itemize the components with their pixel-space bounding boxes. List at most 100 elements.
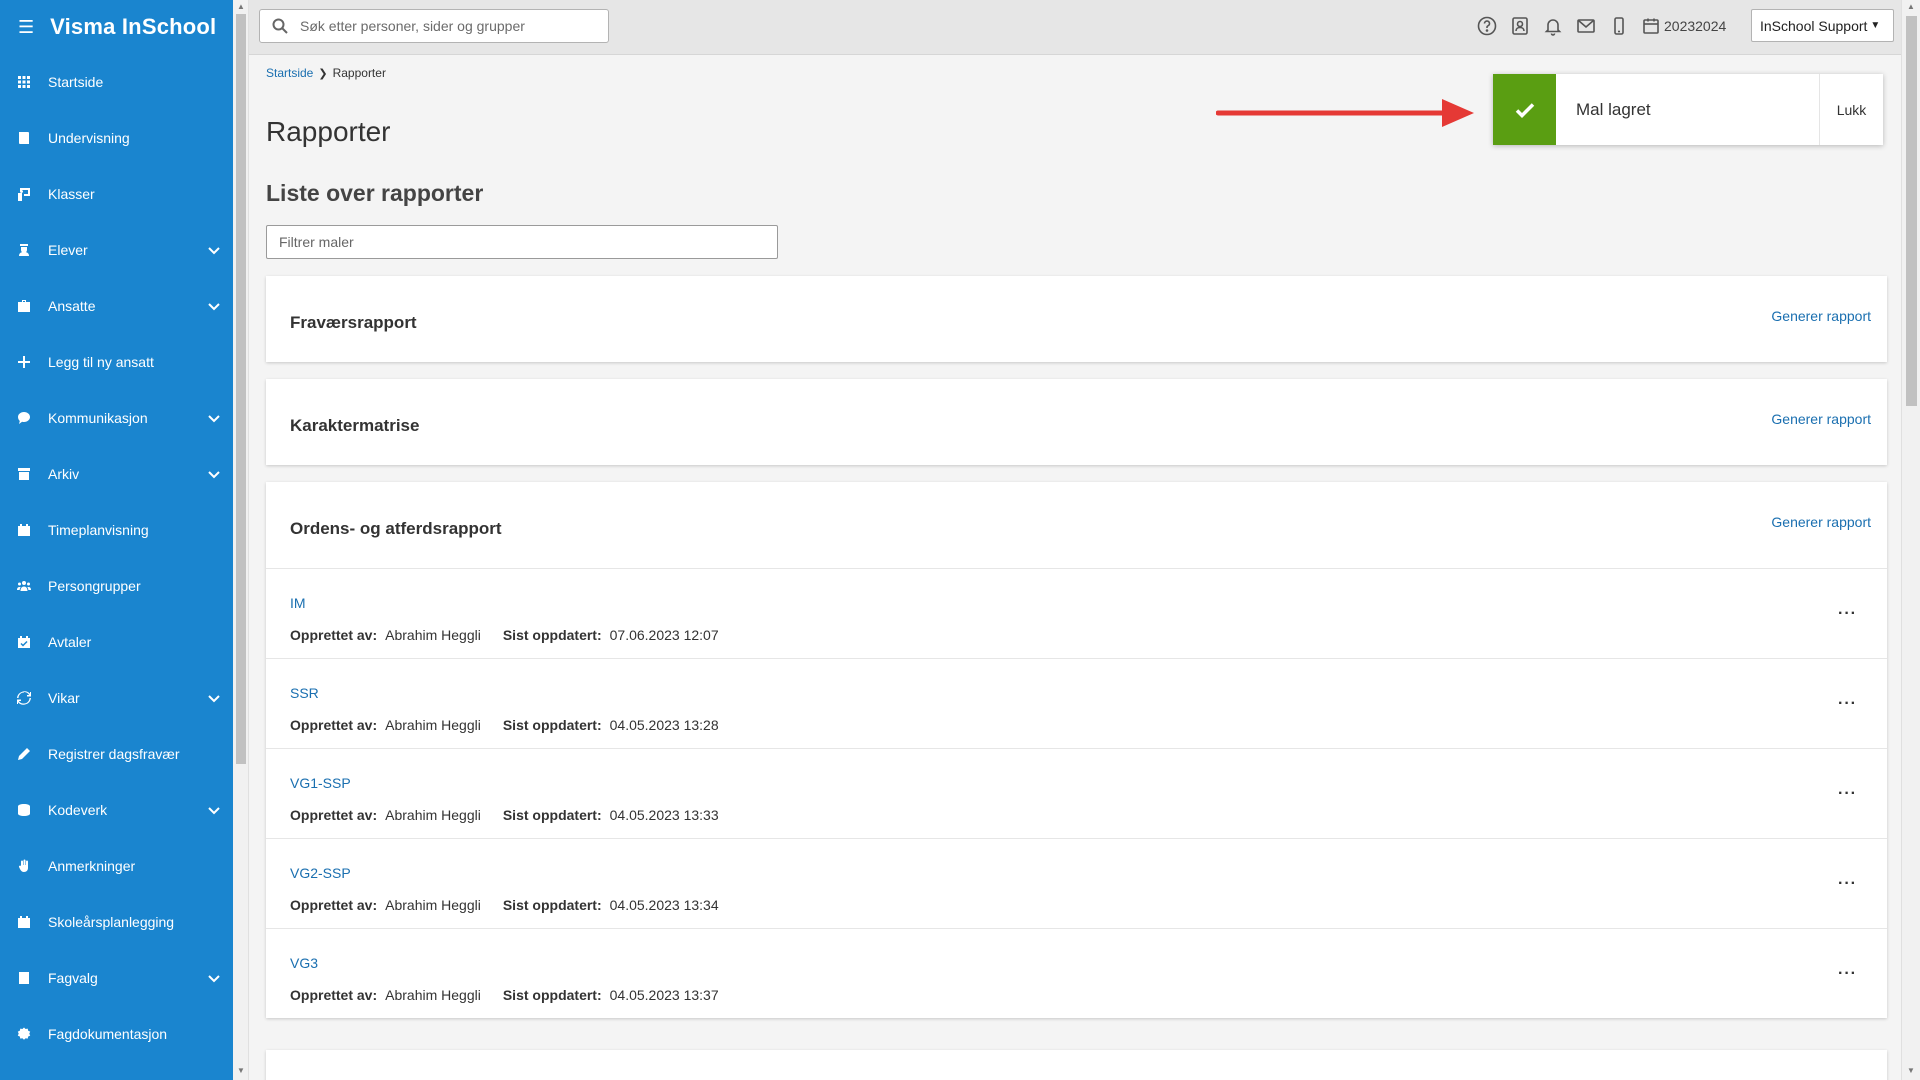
report-template-row: IM Opprettet av: Abrahim Heggli Sist oppdat…	[266, 568, 1887, 658]
chevron-down-icon[interactable]	[207, 971, 221, 985]
report-meta: Opprettet av: Abrahim Heggli Sist oppdater…	[290, 717, 741, 733]
chat-icon	[17, 411, 31, 425]
scroll-down-arrow-icon[interactable]: ▼	[237, 1066, 245, 1075]
report-card: Ordens- og atferdsrapport Generer rappor…	[266, 482, 1887, 1018]
report-template-row: VG2-SSP Opprettet av: Abrahim Heggli Sist o…	[266, 838, 1887, 928]
created-by-label: Opprettet av:	[290, 897, 378, 913]
contact-card-icon[interactable]	[1508, 14, 1532, 38]
main-scrollbar-thumb[interactable]	[1906, 16, 1917, 406]
top-bar: 20232024 InSchool Support ▼	[249, 0, 1901, 55]
chevron-right-icon: ❯	[318, 67, 328, 80]
report-meta: Opprettet av: Abrahim Heggli Sist oppdater…	[290, 987, 741, 1003]
top-icons: 20232024	[1475, 14, 1726, 38]
scroll-up-arrow-icon[interactable]: ▲	[1907, 2, 1915, 11]
sidebar-item-legg-til-ny-ansatt[interactable]: Legg til ny ansatt	[0, 334, 233, 390]
notification-bell-icon[interactable]	[1541, 14, 1565, 38]
breadcrumb: Startside ❯ Rapporter	[266, 66, 386, 80]
sidebar-scrollbar[interactable]: ▲ ▼	[233, 0, 249, 1080]
more-options-icon[interactable]: ···	[1838, 785, 1857, 803]
sidebar-item-klasser[interactable]: Klasser	[0, 166, 233, 222]
more-options-icon[interactable]: ···	[1838, 965, 1857, 983]
sidebar-item-anmerkninger[interactable]: Anmerkninger	[0, 838, 233, 894]
badge-icon	[17, 1027, 31, 1041]
sidebar-item-label: Persongrupper	[48, 578, 141, 594]
updated-value: 04.05.2023 13:28	[609, 717, 719, 733]
sidebar-item-arkiv[interactable]: Arkiv	[0, 446, 233, 502]
generate-report-link[interactable]: Generer rapport	[1771, 514, 1871, 530]
updated-value: 04.05.2023 13:33	[609, 807, 719, 823]
report-template-link[interactable]: VG2-SSP	[290, 865, 351, 881]
sync-icon	[17, 691, 31, 705]
sidebar-scrollbar-thumb[interactable]	[236, 14, 246, 764]
toast-close-button[interactable]: Lukk	[1820, 102, 1883, 118]
chevron-down-icon[interactable]	[207, 803, 221, 817]
card-header: Karaktermatrise Generer rapport	[266, 379, 1887, 465]
sidebar-item-persongrupper[interactable]: Persongrupper	[0, 558, 233, 614]
sidebar-item-label: Ansatte	[48, 298, 96, 314]
report-template-link[interactable]: VG3	[290, 955, 318, 971]
calendar-check-icon	[17, 635, 31, 649]
sidebar-item-fagvalg[interactable]: Fagvalg	[0, 950, 233, 1006]
card-title: Karaktermatrise	[290, 416, 420, 435]
sidebar-item-ansatte[interactable]: Ansatte	[0, 278, 233, 334]
sidebar-item-label: Fagdokumentasjon	[48, 1026, 168, 1042]
updated-label: Sist oppdatert:	[502, 987, 602, 1003]
card-title: Fraværsrapport	[290, 313, 417, 332]
scroll-down-arrow-icon[interactable]: ▼	[1907, 1066, 1915, 1075]
scroll-up-arrow-icon[interactable]: ▲	[237, 2, 245, 11]
user-menu-button[interactable]: InSchool Support ▼	[1751, 9, 1894, 42]
sidebar-item-kommunikasjon[interactable]: Kommunikasjon	[0, 390, 233, 446]
sidebar-item-timeplanvisning[interactable]: Timeplanvisning	[0, 502, 233, 558]
school-year-selector[interactable]: 20232024	[1642, 17, 1726, 35]
sidebar-item-elever[interactable]: Elever	[0, 222, 233, 278]
chevron-down-icon[interactable]	[207, 299, 221, 313]
classroom-icon	[17, 187, 31, 201]
sidebar-item-undervisning[interactable]: Undervisning	[0, 110, 233, 166]
report-meta: Opprettet av: Abrahim Heggli Sist oppdater…	[290, 807, 741, 823]
sidebar-item-label: Timeplanvisning	[48, 522, 149, 538]
search-input[interactable]	[300, 18, 590, 34]
sidebar-item-label: Legg til ny ansatt	[48, 354, 154, 370]
filter-templates-input[interactable]	[266, 225, 778, 259]
sidebar-item-label: Anmerkninger	[48, 858, 136, 874]
created-by-label: Opprettet av:	[290, 717, 378, 733]
main-scrollbar[interactable]: ▲ ▼	[1901, 0, 1920, 1080]
more-options-icon[interactable]: ···	[1838, 695, 1857, 713]
search-icon	[272, 18, 288, 34]
report-template-link[interactable]: SSR	[290, 685, 319, 701]
created-by-label: Opprettet av:	[290, 627, 378, 643]
section-title: Liste over rapporter	[266, 180, 484, 206]
chevron-down-icon[interactable]	[207, 691, 221, 705]
report-meta: Opprettet av: Abrahim Heggli Sist oppdater…	[290, 627, 741, 643]
created-by-label: Opprettet av:	[290, 987, 378, 1003]
help-icon[interactable]	[1475, 14, 1499, 38]
chevron-down-icon[interactable]	[207, 411, 221, 425]
sidebar-item-registrer-dagsfravær[interactable]: Registrer dagsfravær	[0, 726, 233, 782]
sidebar-item-avtaler[interactable]: Avtaler	[0, 614, 233, 670]
caret-down-icon: ▼	[1870, 20, 1881, 31]
sidebar-item-startside[interactable]: Startside	[0, 54, 233, 110]
sidebar-item-vikar[interactable]: Vikar	[0, 670, 233, 726]
more-options-icon[interactable]: ···	[1838, 875, 1857, 893]
sidebar-item-label: Avtaler	[48, 634, 92, 650]
sidebar-item-label: Vikar	[48, 690, 80, 706]
report-template-link[interactable]: VG1-SSP	[290, 775, 351, 791]
mobile-phone-icon[interactable]	[1607, 14, 1631, 38]
card-header: Fraværsrapport Generer rapport	[266, 276, 1887, 362]
sidebar-item-kodeverk[interactable]: Kodeverk	[0, 782, 233, 838]
card-header: Ordens- og atferdsrapport Generer rappor…	[266, 482, 1887, 568]
sidebar-item-label: Registrer dagsfravær	[48, 746, 180, 762]
hamburger-menu-icon[interactable]: ☰	[18, 17, 34, 38]
sidebar-item-fagdokumentasjon[interactable]: Fagdokumentasjon	[0, 1006, 233, 1062]
report-template-link[interactable]: IM	[290, 595, 306, 611]
mail-icon[interactable]	[1574, 14, 1598, 38]
chevron-down-icon[interactable]	[207, 243, 221, 257]
breadcrumb-home-link[interactable]: Startside	[266, 66, 313, 80]
sidebar-item-skoleårsplanlegging[interactable]: Skoleårsplanlegging	[0, 894, 233, 950]
sidebar-item-label: Skoleårsplanlegging	[48, 914, 175, 930]
updated-label: Sist oppdatert:	[502, 717, 602, 733]
generate-report-link[interactable]: Generer rapport	[1771, 308, 1871, 324]
chevron-down-icon[interactable]	[207, 467, 221, 481]
more-options-icon[interactable]: ···	[1838, 605, 1857, 623]
generate-report-link[interactable]: Generer rapport	[1771, 411, 1871, 427]
